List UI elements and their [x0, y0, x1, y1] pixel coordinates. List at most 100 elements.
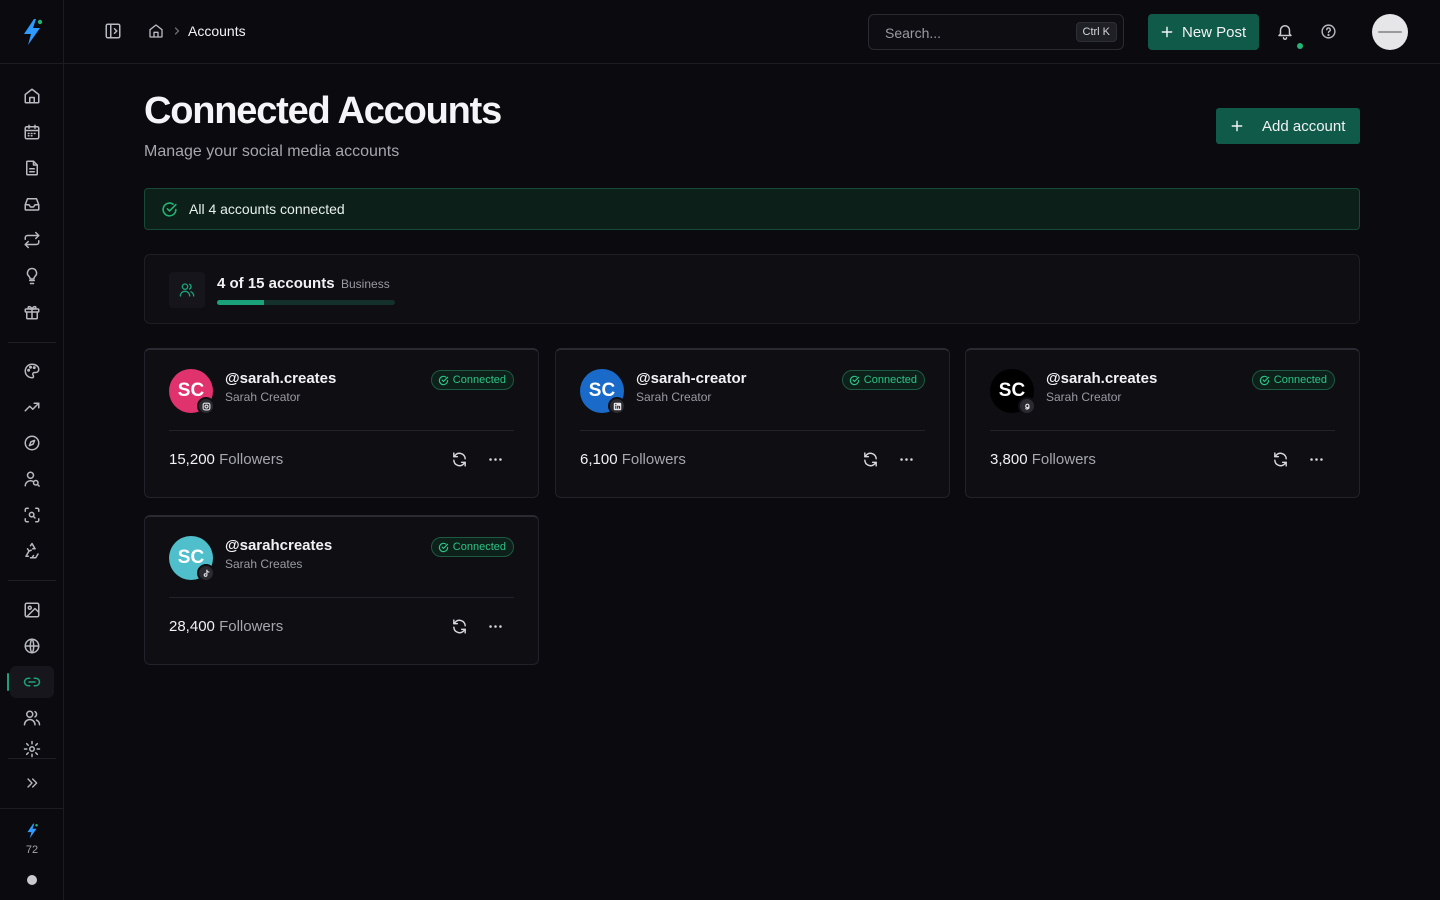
trending-icon[interactable]: [10, 391, 54, 423]
breadcrumb-home-icon[interactable]: [148, 23, 164, 39]
follower-label: Followers: [219, 451, 284, 468]
refresh-icon[interactable]: [451, 618, 468, 635]
user-avatar[interactable]: [1372, 14, 1408, 50]
sidebar-toggle-icon[interactable]: [104, 22, 122, 40]
plus-icon: [1231, 120, 1243, 132]
gear-icon[interactable]: [10, 740, 54, 758]
lightbulb-icon[interactable]: [10, 260, 54, 292]
follower-number: 6,100: [580, 451, 618, 468]
page-title: Connected Accounts: [144, 90, 502, 132]
account-handle: @sarahcreates: [225, 537, 333, 554]
top-header: Accounts Search... Ctrl K New Post: [64, 0, 1440, 64]
nav-divider: [8, 580, 56, 581]
connected-badge-label: Connected: [863, 374, 917, 386]
quota-progress-fill: [217, 300, 265, 305]
nav-divider: [8, 758, 56, 759]
breadcrumb-current: Accounts: [188, 23, 246, 39]
check-circle-icon: [438, 542, 448, 552]
compass-icon[interactable]: [10, 427, 54, 459]
account-handle: @sarah.creates: [1046, 370, 1158, 387]
globe-icon[interactable]: [10, 630, 54, 662]
plus-icon: [1161, 26, 1173, 38]
quota-count: 4 of 15 accounts: [217, 275, 335, 292]
account-handle: @sarah.creates: [225, 370, 337, 387]
follower-count: 28,400 Followers: [169, 618, 283, 635]
threads-icon: [1018, 397, 1036, 415]
add-account-button[interactable]: Add account: [1216, 108, 1360, 144]
follower-number: 15,200: [169, 451, 215, 468]
link-icon[interactable]: [7, 666, 54, 698]
sidebar: 72: [0, 0, 64, 900]
connected-badge: Connected: [841, 370, 925, 390]
account-display-name: Sarah Creator: [225, 390, 301, 404]
connected-badge: Connected: [1251, 370, 1335, 390]
inbox-icon[interactable]: [10, 188, 54, 220]
check-circle-icon: [438, 375, 448, 385]
bolt-logo-icon[interactable]: [0, 0, 64, 64]
plan-badge: Business: [341, 277, 390, 291]
refresh-icon[interactable]: [1272, 451, 1289, 468]
scan-icon[interactable]: [10, 499, 54, 531]
image-icon[interactable]: [10, 594, 54, 626]
follower-label: Followers: [219, 618, 284, 635]
notification-dot: [1297, 43, 1303, 49]
user-search-icon[interactable]: [10, 463, 54, 495]
follower-count: 15,200 Followers: [169, 451, 283, 468]
palette-icon[interactable]: [10, 355, 54, 387]
account-display-name: Sarah Creates: [225, 557, 303, 571]
card-divider: [580, 430, 925, 431]
gift-icon[interactable]: [10, 296, 54, 328]
check-circle-icon: [161, 201, 178, 218]
card-divider: [990, 430, 1335, 431]
search-placeholder: Search...: [885, 25, 942, 41]
account-quota-panel: 4 of 15 accounts Business: [144, 254, 1360, 324]
tiktok-icon: [197, 564, 215, 582]
credit-count: 72: [25, 844, 39, 856]
status-dot: [27, 875, 37, 885]
more-options-icon[interactable]: [487, 618, 504, 635]
follower-count: 3,800 Followers: [990, 451, 1096, 468]
quota-progress-bar: [217, 300, 395, 305]
card-divider: [169, 597, 514, 598]
more-options-icon[interactable]: [898, 451, 915, 468]
credits-panel[interactable]: 72: [0, 808, 64, 900]
follower-number: 28,400: [169, 618, 215, 635]
more-options-icon[interactable]: [1308, 451, 1325, 468]
account-card: SC @sarahcreates Sarah Creates Connected…: [144, 515, 539, 665]
chevrons-right-icon[interactable]: [10, 767, 54, 799]
account-display-name: Sarah Creator: [1046, 390, 1122, 404]
users-icon[interactable]: [10, 702, 54, 734]
home-icon[interactable]: [10, 80, 54, 112]
refresh-icon[interactable]: [862, 451, 879, 468]
users-icon: [169, 272, 205, 308]
recycle-icon[interactable]: [10, 535, 54, 567]
instagram-icon: [197, 397, 215, 415]
search-input[interactable]: Search... Ctrl K: [868, 14, 1124, 50]
banner-text: All 4 accounts connected: [189, 201, 345, 217]
connected-badge-label: Connected: [452, 541, 506, 553]
document-icon[interactable]: [10, 152, 54, 184]
follower-label: Followers: [1031, 451, 1096, 468]
linkedin-icon: [608, 397, 626, 415]
account-card: SC @sarah.creates Sarah Creator Connecte…: [144, 348, 539, 498]
follower-label: Followers: [621, 451, 686, 468]
repeat-icon[interactable]: [10, 224, 54, 256]
connected-badge: Connected: [430, 370, 514, 390]
page-subtitle: Manage your social media accounts: [144, 143, 400, 160]
bolt-icon: [25, 823, 39, 839]
connected-badge-label: Connected: [452, 374, 506, 386]
new-post-button[interactable]: New Post: [1148, 14, 1259, 50]
follower-number: 3,800: [990, 451, 1028, 468]
search-shortcut: Ctrl K: [1075, 22, 1117, 42]
calendar-icon[interactable]: [10, 116, 54, 148]
connected-badge-label: Connected: [1273, 374, 1327, 386]
help-icon[interactable]: [1320, 23, 1337, 40]
connection-status-banner: All 4 accounts connected: [144, 188, 1360, 230]
more-options-icon[interactable]: [487, 451, 504, 468]
follower-count: 6,100 Followers: [580, 451, 686, 468]
nav-divider: [8, 342, 56, 343]
bell-icon[interactable]: [1276, 22, 1294, 40]
check-circle-icon: [849, 375, 859, 385]
breadcrumb-chevron-icon: [171, 25, 183, 37]
refresh-icon[interactable]: [451, 451, 468, 468]
